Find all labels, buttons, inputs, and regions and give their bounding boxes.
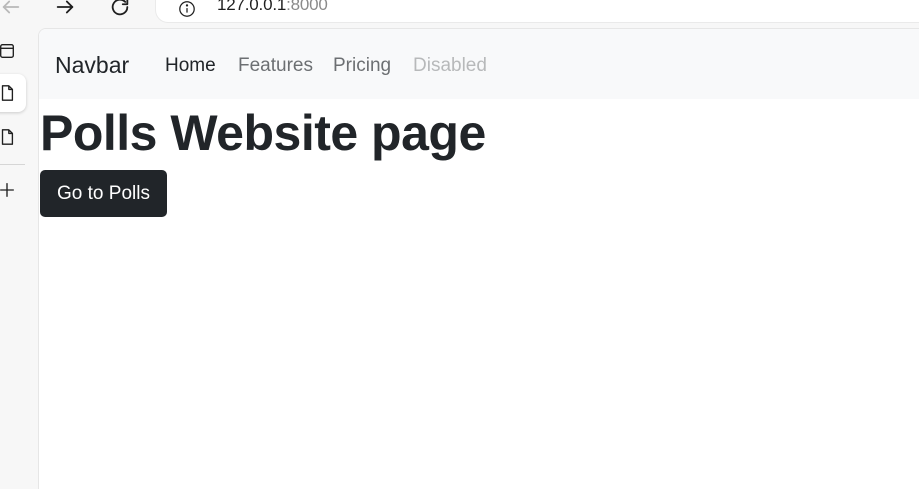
go-to-polls-button[interactable]: Go to Polls [40, 170, 167, 217]
nav-link-home[interactable]: Home [165, 55, 216, 77]
url-text[interactable]: 127.0.0.1:8000 [217, 0, 328, 15]
nav-link-disabled: Disabled [413, 55, 487, 76]
reload-icon [111, 0, 129, 16]
new-tab-button[interactable] [0, 171, 26, 209]
browser-toolbar: 127.0.0.1:8000 [0, 0, 919, 28]
nav-link-features[interactable]: Features [238, 55, 313, 77]
tab-item[interactable] [0, 118, 26, 156]
tab-item-active[interactable] [0, 74, 26, 112]
navbar: Navbar Home Features Pricing Disabled [39, 29, 919, 99]
back-icon [2, 0, 20, 14]
url-port: :8000 [286, 0, 328, 14]
page-title: Polls Website page [40, 105, 486, 161]
info-icon[interactable] [178, 0, 196, 18]
page-icon [1, 85, 14, 101]
back-button[interactable] [0, 0, 26, 22]
forward-button[interactable] [50, 0, 80, 22]
vertical-tab-rail [0, 28, 38, 489]
reload-button[interactable] [105, 0, 135, 22]
tab-overview-button[interactable] [0, 32, 26, 70]
rail-divider [0, 164, 25, 165]
page-viewport: Navbar Home Features Pricing Disabled Po… [38, 28, 919, 489]
forward-icon [56, 0, 74, 14]
address-bar[interactable]: 127.0.0.1:8000 [156, 0, 919, 22]
navbar-brand[interactable]: Navbar [55, 52, 129, 79]
nav-link-pricing[interactable]: Pricing [333, 55, 391, 77]
plus-icon [0, 183, 14, 197]
url-host: 127.0.0.1 [217, 0, 287, 14]
page-icon [1, 129, 14, 145]
tab-overview-icon [0, 44, 14, 58]
